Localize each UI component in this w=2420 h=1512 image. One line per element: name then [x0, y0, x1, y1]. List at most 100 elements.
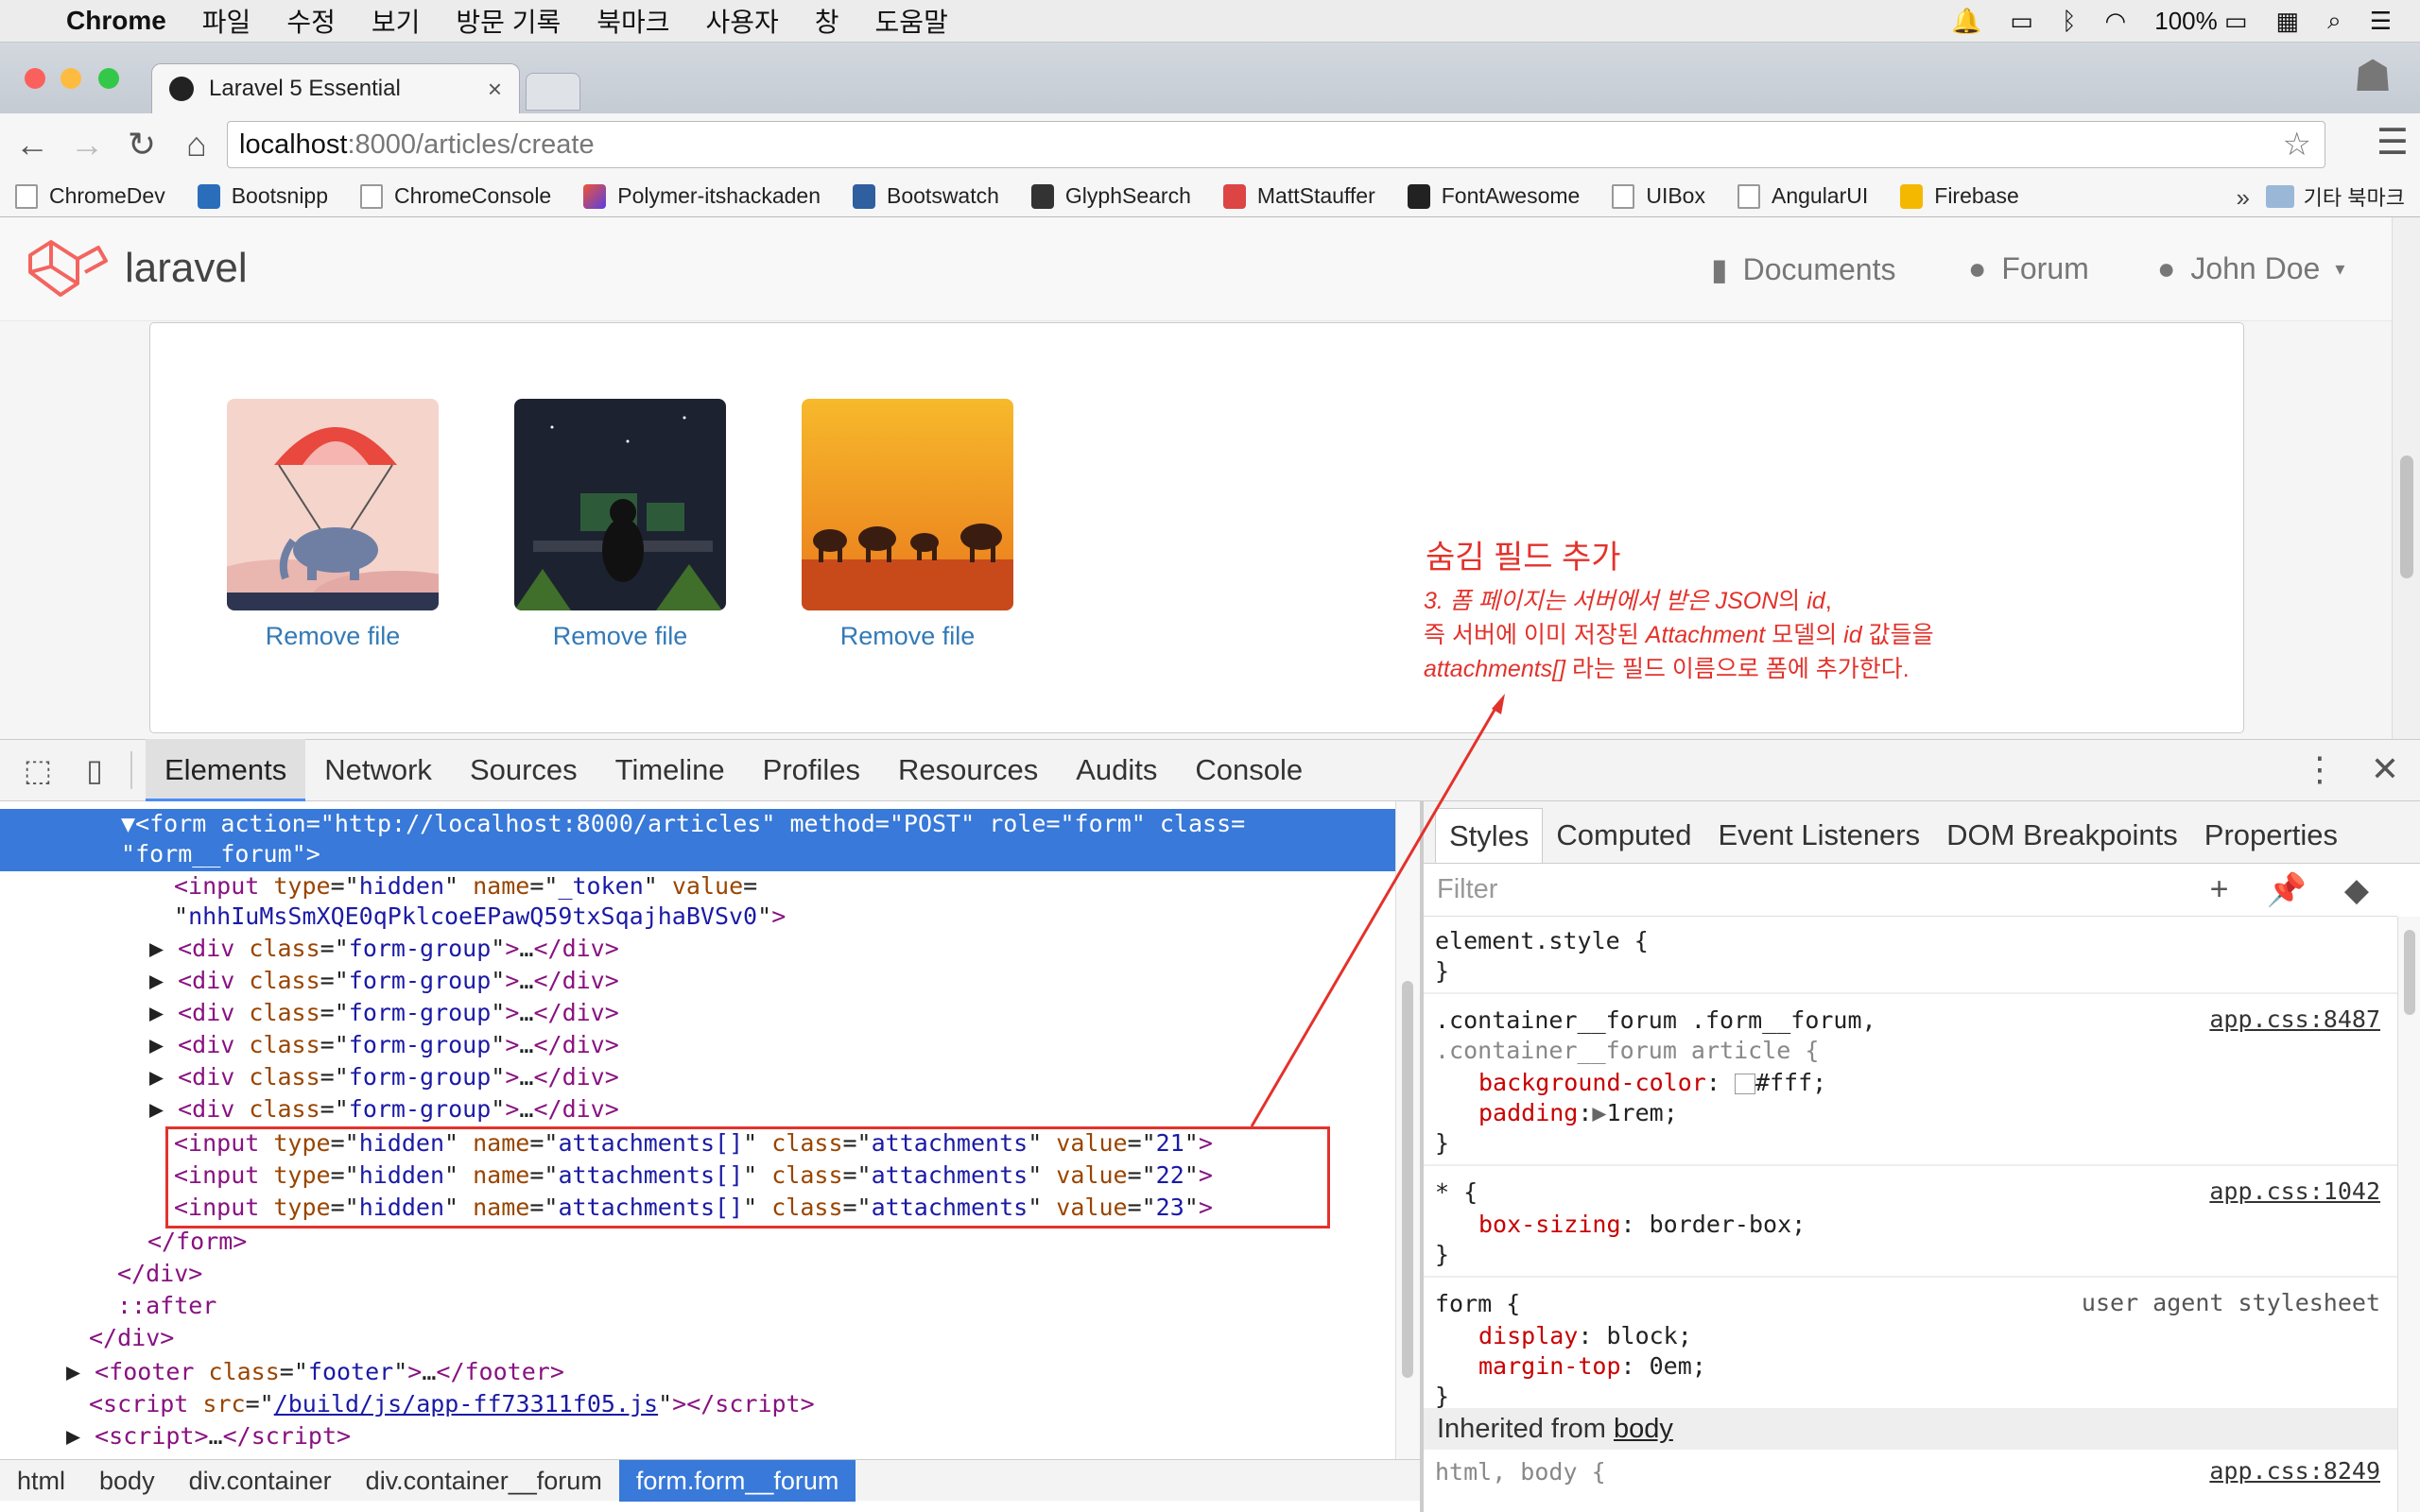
rule-3-selector[interactable]: form { [1435, 1289, 1520, 1319]
bookmark-fontawesome[interactable]: FontAwesome [1407, 183, 1580, 209]
nav-documents-link[interactable]: ▮ Documents [1711, 251, 1895, 287]
menu-bookmarks[interactable]: 북마크 [596, 2, 669, 40]
crumb-html[interactable]: html [0, 1460, 82, 1502]
tab-sources[interactable]: Sources [451, 739, 596, 801]
bookmark-glyphsearch[interactable]: GlyphSearch [1030, 183, 1191, 209]
styles-scrollbar[interactable] [2397, 917, 2420, 1512]
notification-icon[interactable]: 🔔 [1951, 7, 1981, 36]
dom-script-app[interactable]: <script src="/build/js/app-ff73311f05.js… [89, 1389, 815, 1419]
more-options-icon[interactable]: ⋮ [2303, 749, 2337, 789]
dom-div-close-2[interactable]: </div> [89, 1323, 174, 1353]
dom-form-open[interactable]: ▼<form action="http://localhost:8000/art… [121, 809, 1245, 839]
window-close-button[interactable] [25, 68, 45, 89]
dom-form-group-1[interactable]: ▶ <div class="form-group">…</div> [149, 934, 619, 964]
rule-4-selector[interactable]: html, body { [1435, 1457, 1606, 1487]
tab-resources[interactable]: Resources [879, 739, 1057, 801]
back-arrow-icon[interactable]: ← [9, 122, 55, 167]
tab-audits[interactable]: Audits [1057, 739, 1176, 801]
bluetooth-icon[interactable]: ᛒ [2062, 7, 2077, 36]
color-format-icon[interactable]: ◆ [2344, 871, 2369, 909]
tab-styles[interactable]: Styles [1435, 808, 1544, 863]
wifi-icon[interactable]: ◠ [2105, 7, 2127, 36]
inspect-element-icon[interactable]: ⬚ [19, 751, 57, 789]
menu-people[interactable]: 사용자 [706, 2, 779, 40]
new-style-rule-icon[interactable]: + [2210, 871, 2229, 909]
menu-view[interactable]: 보기 [372, 2, 421, 40]
tab-dom-breakpoints[interactable]: DOM Breakpoints [1933, 808, 2191, 863]
dom-form-close[interactable]: </form> [147, 1227, 247, 1257]
tab-network[interactable]: Network [305, 739, 451, 801]
laravel-logo[interactable]: laravel [26, 238, 248, 299]
bookmark-polymer[interactable]: Polymer-itshackaden [583, 183, 821, 209]
bookmark-star-icon[interactable]: ☆ [2283, 126, 2311, 163]
decl-margin-top[interactable]: margin-top: 0em; [1478, 1351, 1706, 1382]
bookmark-angularui[interactable]: AngularUI [1737, 183, 1868, 209]
rule-2-source-link[interactable]: app.css:1042 [2209, 1177, 2380, 1205]
menu-window[interactable]: 창 [815, 2, 839, 40]
menu-app-chrome[interactable]: Chrome [66, 6, 166, 36]
elements-scrollbar-thumb[interactable] [1402, 981, 1413, 1378]
menu-help[interactable]: 도움말 [875, 2, 948, 40]
elements-dom-tree[interactable]: ▼<form action="http://localhost:8000/art… [0, 801, 1420, 1459]
rule-2-selector[interactable]: * { [1435, 1177, 1478, 1208]
input-flag-icon[interactable]: ▦ [2276, 7, 2300, 36]
page-scrollbar[interactable] [2392, 217, 2420, 739]
window-zoom-button[interactable] [98, 68, 119, 89]
device-mode-icon[interactable]: ▯ [76, 751, 113, 789]
inherited-element-link[interactable]: body [1614, 1414, 1673, 1444]
tab-timeline[interactable]: Timeline [596, 739, 744, 801]
incognito-avatar-icon[interactable]: ☗ [2344, 50, 2401, 105]
styles-scrollbar-thumb[interactable] [2404, 930, 2415, 1015]
dom-footer[interactable]: ▶ <footer class="footer">…</footer> [66, 1357, 564, 1387]
dom-div-close[interactable]: </div> [117, 1259, 202, 1289]
browser-tab[interactable]: Laravel 5 Essential × [151, 63, 520, 113]
bookmark-bootswatch[interactable]: Bootswatch [853, 183, 999, 209]
spotlight-search-icon[interactable]: ⌕ [2327, 6, 2342, 36]
tab-elements[interactable]: Elements [146, 739, 306, 801]
home-icon[interactable]: ⌂ [174, 122, 219, 167]
page-scrollbar-thumb[interactable] [2400, 455, 2413, 578]
remove-file-link-1[interactable]: Remove file [227, 622, 439, 651]
bookmark-firebase[interactable]: Firebase [1900, 183, 2019, 209]
expand-triangle-icon[interactable]: ▶ [1592, 1099, 1606, 1126]
menu-history[interactable]: 방문 기록 [456, 2, 561, 40]
script-src-link[interactable]: /build/js/app-ff73311f05.js [274, 1390, 658, 1418]
dom-input-token[interactable]: <input type="hidden" name="_token" value… [174, 871, 757, 902]
dom-form-open-cont[interactable]: "form__forum"> [121, 839, 320, 869]
dom-form-group-2[interactable]: ▶ <div class="form-group">…</div> [149, 966, 619, 996]
address-bar[interactable]: localhost:8000/articles/create ☆ [227, 121, 2325, 168]
battery-status[interactable]: 100% ▭ [2154, 7, 2247, 36]
tab-properties[interactable]: Properties [2191, 808, 2351, 863]
dom-pseudo-after[interactable]: ::after [117, 1291, 216, 1321]
bookmark-chromedev[interactable]: ChromeDev [15, 183, 165, 209]
rule-element-style[interactable]: element.style { [1435, 926, 1649, 956]
toggle-element-state-icon[interactable]: 📌 [2267, 871, 2307, 909]
chrome-menu-icon[interactable]: ☰ [2377, 121, 2409, 163]
bookmark-mattstauffer[interactable]: MattStauffer [1222, 183, 1375, 209]
new-tab-button[interactable] [526, 73, 580, 111]
decl-display[interactable]: display: block; [1478, 1321, 1692, 1351]
dom-form-group-5[interactable]: ▶ <div class="form-group">…</div> [149, 1062, 619, 1092]
dom-input-token-cont[interactable]: "nhhIuMsSmXQE0qPklcoeEPawQ59txSqajhaBVSv… [174, 902, 786, 932]
color-swatch[interactable] [1734, 1074, 1755, 1094]
dom-form-group-6[interactable]: ▶ <div class="form-group">…</div> [149, 1094, 619, 1125]
rule-4-source-link[interactable]: app.css:8249 [2209, 1457, 2380, 1485]
other-bookmarks-folder[interactable]: 기타 북마크 [2265, 176, 2405, 217]
airplay-icon[interactable]: ▭ [2010, 7, 2033, 36]
menu-edit[interactable]: 수정 [286, 2, 336, 40]
tab-event-listeners[interactable]: Event Listeners [1704, 808, 1933, 863]
tab-profiles[interactable]: Profiles [744, 739, 879, 801]
tab-computed[interactable]: Computed [1543, 808, 1704, 863]
elements-scrollbar[interactable] [1395, 801, 1420, 1459]
styles-filter-input[interactable]: Filter [1437, 874, 1497, 905]
dom-form-group-4[interactable]: ▶ <div class="form-group">…</div> [149, 1030, 619, 1060]
crumb-form[interactable]: form.form__forum [618, 1459, 856, 1502]
window-minimize-button[interactable] [60, 68, 81, 89]
crumb-body[interactable]: body [82, 1460, 172, 1502]
decl-padding[interactable]: padding:▶1rem; [1478, 1098, 1678, 1128]
decl-box-sizing[interactable]: box-sizing: border-box; [1478, 1210, 1806, 1240]
rule-1-selector-2[interactable]: .container__forum article { [1435, 1036, 1819, 1066]
bookmark-uibox[interactable]: UIBox [1612, 183, 1705, 209]
forward-arrow-icon[interactable]: → [64, 122, 110, 167]
dom-script-inline[interactable]: ▶ <script>…</script> [66, 1421, 351, 1452]
